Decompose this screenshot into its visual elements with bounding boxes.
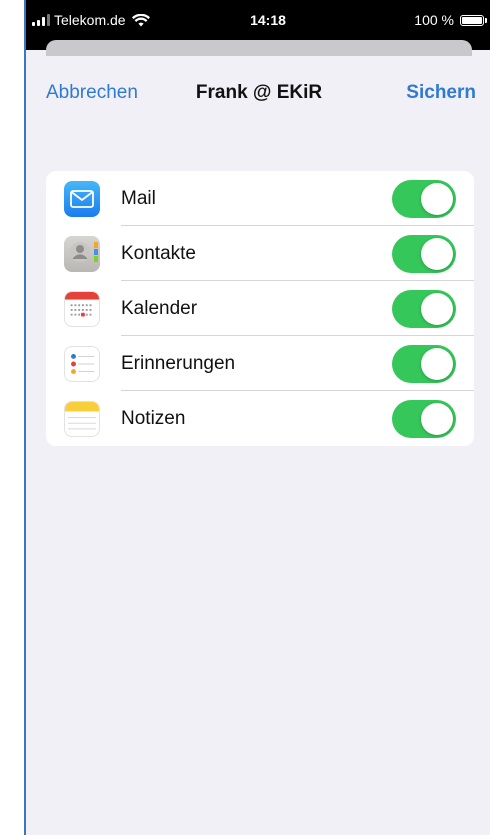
toggle-knob (421, 347, 453, 380)
reminders-icon (64, 345, 100, 382)
contacts-icon (64, 235, 100, 272)
service-row-notes: Notizen (46, 391, 474, 446)
toggle-knob (421, 292, 453, 325)
calendar-icon (64, 290, 100, 327)
status-right: 100 % (414, 12, 487, 28)
service-row-contacts: Kontakte (46, 226, 474, 281)
service-row-reminders: Erinnerungen (46, 336, 474, 391)
contacts-toggle[interactable] (392, 234, 456, 273)
account-sheet: Abbrechen Frank @ EKiR Sichern Mail Kont… (26, 56, 490, 835)
phone-screen: Telekom.de 14:18 100 % Abbrechen Frank @… (24, 0, 490, 835)
battery-level (462, 16, 482, 24)
mail-icon (64, 180, 100, 217)
toggle-knob (421, 237, 453, 270)
toggle-knob (421, 402, 453, 435)
save-button[interactable]: Sichern (406, 82, 476, 104)
battery-percentage: 100 % (414, 12, 454, 28)
service-label-mail: Mail (121, 187, 156, 209)
notes-toggle[interactable] (392, 399, 456, 438)
service-label-reminders: Erinnerungen (121, 352, 236, 374)
service-label-contacts: Kontakte (121, 242, 196, 264)
toggle-knob (421, 182, 453, 215)
service-row-mail: Mail (46, 171, 474, 226)
service-label-calendar: Kalender (121, 297, 198, 319)
calendar-toggle[interactable] (392, 289, 456, 328)
notes-icon (64, 400, 100, 437)
mail-toggle[interactable] (392, 179, 456, 218)
service-row-calendar: Kalender (46, 281, 474, 336)
service-label-notes: Notizen (121, 407, 186, 429)
reminders-toggle[interactable] (392, 344, 456, 383)
services-list: Mail Kontakte Kalender Erinnerungen Noti… (46, 171, 474, 446)
battery-icon (460, 14, 487, 26)
